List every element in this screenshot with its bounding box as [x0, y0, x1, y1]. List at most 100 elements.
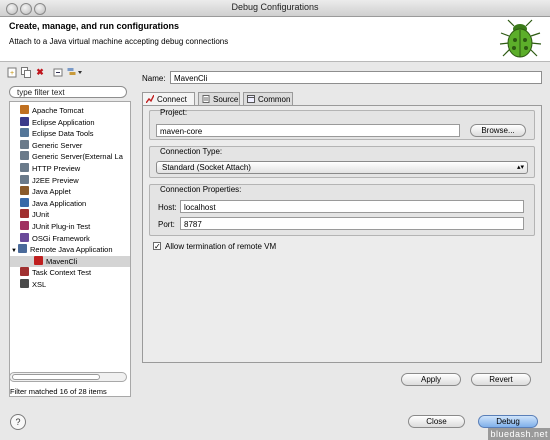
delete-config-icon[interactable]: ✖: [35, 67, 45, 78]
tomcat-icon: [20, 105, 29, 114]
tree-item[interactable]: OSGi Framework: [10, 232, 130, 244]
header-subtitle: Attach to a Java virtual machine accepti…: [9, 37, 229, 46]
filter-status: Filter matched 16 of 28 items: [10, 387, 107, 396]
tree-item[interactable]: Eclipse Application: [10, 116, 130, 128]
tree-item[interactable]: XSL: [10, 279, 130, 290]
watermark: bluedash.net: [488, 428, 550, 440]
tree-item[interactable]: Java Application: [10, 197, 130, 209]
host-label: Host:: [158, 203, 177, 212]
connect-icon: [145, 94, 155, 104]
tab-source[interactable]: Source: [198, 92, 240, 105]
common-icon: [247, 94, 255, 103]
junit-icon: [20, 209, 29, 219]
new-config-icon[interactable]: +: [7, 67, 17, 78]
debug-bug-icon: [499, 19, 542, 58]
remote-java-icon: [17, 244, 27, 254]
duplicate-config-icon[interactable]: [21, 67, 31, 78]
debug-button[interactable]: Debug: [478, 415, 538, 428]
source-icon: [202, 94, 210, 103]
configurations-pane: + ✖ type filter text Apache Tomcat Eclips…: [5, 65, 131, 399]
tree-item[interactable]: J2EE Preview: [10, 174, 130, 186]
server-icon: [20, 151, 29, 161]
server-icon: [20, 139, 29, 149]
tree-item-label: Generic Server: [32, 140, 83, 150]
tree-item[interactable]: ▼ Remote Java Application: [10, 244, 130, 255]
title-bar: Debug Configurations: [0, 0, 550, 17]
tree-item-label: MavenCli: [46, 256, 78, 266]
name-input[interactable]: MavenCli: [170, 71, 542, 84]
tree-item[interactable]: HTTP Preview: [10, 163, 130, 174]
server-icon: [20, 163, 29, 172]
osgi-icon: [20, 232, 29, 242]
tree-item-label: JUnit: [32, 210, 50, 220]
tree-item-label: Generic Server(External La: [32, 152, 123, 162]
tree-item[interactable]: JUnit: [10, 209, 130, 220]
header-title: Create, manage, and run configurations: [9, 21, 180, 31]
tree-item-label: J2EE Preview: [32, 175, 79, 185]
connect-tab-panel: Project: maven-core Browse... Connection…: [142, 105, 542, 363]
tree-item[interactable]: Java Applet: [10, 186, 130, 197]
connection-type-select[interactable]: Standard (Socket Attach) ▴▾: [156, 161, 528, 174]
config-tree: Apache Tomcat Eclipse Application Eclipse …: [9, 101, 131, 397]
tree-item[interactable]: JUnit Plug-in Test: [10, 221, 130, 232]
eclipse-icon: [20, 116, 29, 126]
scrollbar-thumb[interactable]: [12, 374, 100, 380]
connection-properties-group: Connection Properties: Host: localhost P…: [149, 184, 535, 236]
window-title: Debug Configurations: [231, 2, 319, 12]
junit-plugin-icon: [20, 221, 29, 230]
name-label: Name:: [142, 74, 166, 83]
tree-item[interactable]: Apache Tomcat: [10, 105, 130, 116]
junit-icon: [20, 267, 29, 277]
collapse-all-icon[interactable]: [53, 67, 63, 78]
xsl-icon: [20, 279, 29, 288]
project-field[interactable]: maven-core: [156, 124, 460, 137]
svg-text:+: +: [10, 70, 14, 77]
tree-horizontal-scrollbar[interactable]: [9, 372, 127, 382]
project-group-title: Project:: [160, 108, 188, 117]
tree-item-label: Eclipse Data Tools: [32, 129, 94, 139]
allow-termination-label: Allow termination of remote VM: [165, 242, 277, 251]
filter-input[interactable]: type filter text: [9, 86, 127, 98]
host-field[interactable]: localhost: [180, 200, 524, 213]
connection-type-group: Connection Type: Standard (Socket Attach…: [149, 146, 535, 178]
tree-item-label: Task Context Test: [32, 268, 92, 278]
port-field[interactable]: 8787: [180, 217, 524, 230]
tab-common[interactable]: Common: [243, 92, 293, 105]
tree-item-label: Remote Java Application: [29, 245, 113, 255]
tree-item[interactable]: Task Context Test: [10, 267, 130, 278]
expand-toggle-icon[interactable]: ▼: [11, 248, 17, 254]
tree-item-label: Eclipse Application: [32, 117, 95, 127]
project-group: Project: maven-core Browse...: [149, 108, 535, 140]
tree-item-label: OSGi Framework: [32, 233, 90, 243]
revert-button[interactable]: Revert: [471, 373, 531, 386]
applet-icon: [20, 186, 29, 196]
tree-item-label: XSL: [32, 280, 47, 289]
tab-connect[interactable]: Connect: [142, 92, 195, 105]
tree-item[interactable]: Generic Server(External La: [10, 151, 130, 162]
filter-menu-icon[interactable]: [67, 67, 83, 78]
close-button[interactable]: Close: [408, 415, 465, 428]
config-icon: [34, 255, 43, 265]
port-label: Port:: [158, 220, 175, 229]
tree-item-label: JUnit Plug-in Test: [32, 222, 91, 231]
tree-item[interactable]: Eclipse Data Tools: [10, 128, 130, 139]
dialog-header: Create, manage, and run configurations A…: [0, 17, 550, 62]
select-arrows-icon: ▴▾: [516, 164, 524, 171]
browse-button[interactable]: Browse...: [470, 124, 526, 137]
tree-item-label: HTTP Preview: [32, 164, 81, 173]
config-toolbar: + ✖: [5, 65, 131, 81]
connection-type-title: Connection Type:: [160, 147, 223, 156]
tree-item[interactable]: MavenCli: [10, 255, 130, 267]
tree-item-label: Apache Tomcat: [32, 106, 84, 115]
config-editor: Name: MavenCli Connect Source Common Pro…: [137, 65, 545, 399]
tree-item[interactable]: Generic Server: [10, 139, 130, 151]
apply-button[interactable]: Apply: [401, 373, 461, 386]
allow-termination-checkbox[interactable]: ✓: [153, 242, 161, 251]
server-icon: [20, 174, 29, 184]
tree-item-label: Java Application: [32, 198, 87, 208]
connection-properties-title: Connection Properties:: [160, 185, 242, 194]
data-tools-icon: [20, 128, 29, 138]
help-icon[interactable]: ?: [10, 414, 26, 430]
tree-item-label: Java Applet: [32, 187, 71, 197]
java-app-icon: [20, 197, 29, 207]
